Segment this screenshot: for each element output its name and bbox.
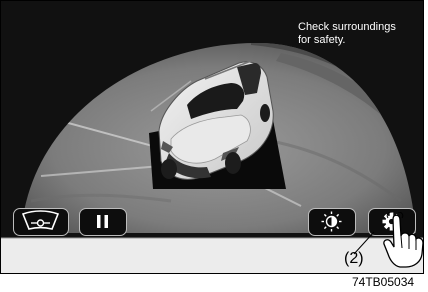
- pause-button[interactable]: [79, 208, 127, 236]
- figure-code: 74TB05034: [352, 275, 415, 289]
- pointing-hand-icon: [383, 212, 424, 268]
- brightness-icon: [321, 211, 342, 232]
- camera-view-button[interactable]: [13, 208, 69, 236]
- manual-figure: Check surroundings for safety. (2) 74TB0…: [0, 0, 428, 292]
- pause-icon: [97, 215, 108, 228]
- safety-message: Check surroundings for safety.: [298, 21, 396, 46]
- callout-label: (2): [344, 250, 364, 267]
- camera-view-icon: [21, 210, 60, 230]
- brightness-button[interactable]: [308, 208, 356, 236]
